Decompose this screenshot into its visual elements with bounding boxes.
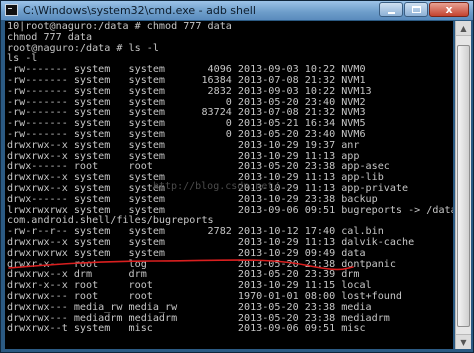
- console-output[interactable]: 10|root@naguro:/data # chmod 777 data chm…: [5, 21, 453, 349]
- window-title: C:\Windows\system32\cmd.exe - adb shell: [23, 4, 256, 17]
- title-bar[interactable]: C:\Windows\system32\cmd.exe - adb shell …: [1, 1, 473, 20]
- close-button[interactable]: x: [429, 2, 469, 17]
- scrollbar-thumb[interactable]: [457, 45, 470, 327]
- console-icon[interactable]: [5, 4, 18, 16]
- scroll-up-icon[interactable]: ▲: [456, 21, 471, 36]
- close-icon: x: [445, 3, 453, 16]
- minimize-icon: [388, 12, 395, 14]
- minimize-button[interactable]: [379, 2, 403, 17]
- red-annotation-underline: [8, 259, 354, 271]
- maximize-button[interactable]: [404, 2, 428, 17]
- vertical-scrollbar[interactable]: ▲ ▼: [455, 21, 471, 349]
- scroll-down-icon[interactable]: ▼: [456, 334, 471, 349]
- console-window: C:\Windows\system32\cmd.exe - adb shell …: [0, 0, 474, 353]
- window-controls: x: [379, 2, 469, 17]
- maximize-icon: [412, 6, 421, 13]
